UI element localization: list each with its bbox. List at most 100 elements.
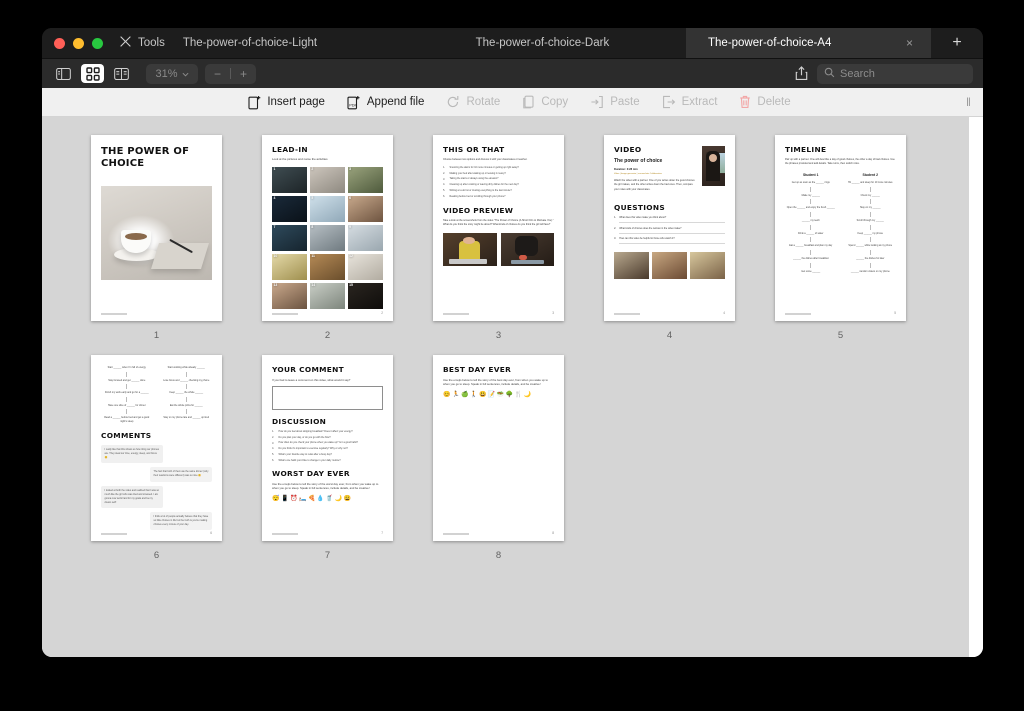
tab-power-of-choice-light[interactable]: The-power-of-choice-Light [179, 28, 399, 58]
sidebar-view-button[interactable] [52, 64, 75, 83]
page-cell[interactable]: THE POWER OF CHOICE 1 [91, 135, 222, 341]
share-icon[interactable] [795, 66, 808, 81]
timeline-node: Spend ______ while looking at my phone [848, 244, 893, 248]
photo-number: 6 [349, 196, 352, 201]
video-thumbnail [701, 146, 725, 186]
list-number: 3. [272, 441, 275, 445]
photo-1: 1 [272, 166, 308, 194]
page-thumbnail-6[interactable]: Start ______ when I'm full of energy Stay… [91, 355, 222, 541]
zoom-window-button[interactable] [92, 37, 103, 49]
photo-number: 15 [349, 283, 353, 288]
page-footer: 7 [272, 531, 383, 535]
timeline-column-2: Start working while already ______ Lose f… [161, 366, 213, 424]
photo-10: 10 [272, 253, 308, 281]
answer-rule[interactable] [619, 222, 725, 224]
photo-14: 14 [309, 282, 346, 310]
new-tab-button[interactable]: + [931, 28, 983, 58]
zoom-level-dropdown[interactable]: 31% [146, 63, 198, 84]
discussion-item: 3. How often do you check your phone when… [272, 441, 383, 444]
page-thumbnail-1[interactable]: THE POWER OF CHOICE [91, 135, 222, 321]
page-thumbnail-4[interactable]: VIDEO The power of choice Duration: 3:28… [604, 135, 735, 321]
page-cell[interactable]: LEAD-IN Look at the pictures and name th… [262, 135, 393, 341]
timeline-connector [869, 224, 871, 230]
list-text: Do you think it's important to exercise … [278, 447, 348, 451]
list-number: 6. [443, 194, 446, 198]
timeline-node: Read a ______ before bed and get a good … [104, 416, 150, 424]
timeline-node: Check my ______ [860, 193, 880, 197]
zoom-in-button[interactable]: + [231, 67, 256, 81]
page-thumbnail-5[interactable]: TIMELINE Pair up with a partner. One wil… [775, 135, 906, 321]
duration-label: Duration: 3:28 min [614, 168, 638, 172]
view-toolbar: 31% − + Search [42, 58, 983, 88]
panel-resize-grip[interactable]: ‖ [966, 95, 971, 109]
tab-label: The-power-of-choice-Dark [475, 37, 610, 49]
photo-8: 8 [309, 224, 346, 252]
page-subtitle: Look at the pictures and name the activi… [272, 156, 328, 161]
insert-page-button[interactable]: Insert page [248, 95, 325, 110]
close-tab-icon[interactable]: × [906, 37, 913, 49]
footer-page-number: 2 [381, 311, 383, 315]
zoom-out-button[interactable]: − [205, 67, 230, 81]
vertical-scrollbar[interactable] [969, 117, 983, 657]
rotate-button[interactable]: Rotate [446, 95, 500, 109]
append-file-button[interactable]: PDF Append file [347, 95, 424, 110]
section-title: DISCUSSION [272, 417, 327, 427]
footer-credit-line [272, 533, 298, 535]
page-thumbnail-2[interactable]: LEAD-IN Look at the pictures and name th… [262, 135, 393, 321]
page-cell[interactable]: VIDEO The power of choice Duration: 3:28… [604, 135, 735, 341]
emoji-prompt: 😩 [343, 496, 352, 503]
tab-power-of-choice-a4[interactable]: The-power-of-choice-A4 × [686, 28, 931, 58]
comment-textarea[interactable] [272, 386, 383, 411]
still-2 [652, 251, 687, 279]
page-cell[interactable]: Start ______ when I'm full of energy Stay… [91, 355, 222, 561]
page-thumbnail-8[interactable]: BEST DAY EVER Use the emojis below to te… [433, 355, 564, 541]
timeline-node: Hit ______ and sleep for 10 more minutes [847, 181, 893, 185]
list-number: 3. [443, 177, 446, 181]
split-view-button[interactable] [110, 64, 133, 83]
page-title: THE POWER OF CHOICE [101, 146, 190, 170]
emoji-prompt: 🛏️ [298, 496, 307, 503]
page-subtitle: Choose between two options and discuss i… [443, 157, 528, 161]
tools-label: Tools [138, 37, 165, 49]
delete-button[interactable]: Delete [739, 95, 791, 109]
list-number: 2. [443, 171, 446, 175]
video-stills [614, 251, 725, 279]
page-cell[interactable]: TIMELINE Pair up with a partner. One wil… [775, 135, 906, 341]
copy-button[interactable]: Copy [522, 95, 568, 110]
list-number: 6. [272, 458, 275, 462]
tab-power-of-choice-dark[interactable]: The-power-of-choice-Dark [399, 28, 686, 58]
page-cell[interactable]: BEST DAY EVER Use the emojis below to te… [433, 355, 564, 561]
extract-button[interactable]: Extract [662, 95, 717, 109]
page-thumbnail-canvas[interactable]: THE POWER OF CHOICE 1 LEAD-IN Look at th… [42, 117, 969, 657]
answer-rule[interactable] [619, 232, 725, 234]
search-input[interactable]: Search [817, 63, 973, 84]
source-link[interactable]: Video | Image generator | screenshots Co… [614, 173, 697, 175]
page-footer: 4 [614, 311, 725, 315]
section-text: Take a look at the screenshots from the … [443, 218, 554, 226]
answer-rule[interactable] [619, 243, 725, 244]
photo-number: 2 [311, 167, 314, 172]
minimize-window-button[interactable] [73, 37, 84, 49]
page-cell[interactable]: THIS OR THAT Choose between two options … [433, 135, 564, 341]
tools-menu[interactable]: Tools [115, 28, 179, 58]
page-number-label: 4 [666, 330, 673, 341]
footer-page-number: 8 [552, 531, 554, 535]
page-footer: 3 [443, 311, 554, 315]
timeline-connector [869, 262, 871, 268]
timeline-node: Finish my work early and go for a ______ [104, 391, 149, 395]
footer-credit-line [101, 533, 127, 535]
page-body: Watch the video with a partner. One of y… [614, 178, 695, 191]
timeline-connector [810, 237, 812, 243]
page-thumbnail-3[interactable]: THIS OR THAT Choose between two options … [433, 135, 564, 321]
paste-button[interactable]: Paste [590, 95, 640, 109]
timeline-connector [185, 396, 187, 402]
photo-number: 4 [273, 196, 276, 201]
grid-view-button[interactable] [81, 64, 104, 83]
page-cell[interactable]: YOUR COMMENT If you had to leave a comme… [262, 355, 393, 561]
question-item: 3. How can this video be helpful to those… [614, 237, 725, 244]
emoji-prompt: 🍴 [514, 392, 523, 399]
page-thumbnail-7[interactable]: YOUR COMMENT If you had to leave a comme… [262, 355, 393, 541]
question-number: 2. [614, 226, 617, 230]
close-window-button[interactable] [54, 37, 65, 49]
emoji-prompt: 🌙 [523, 392, 532, 399]
